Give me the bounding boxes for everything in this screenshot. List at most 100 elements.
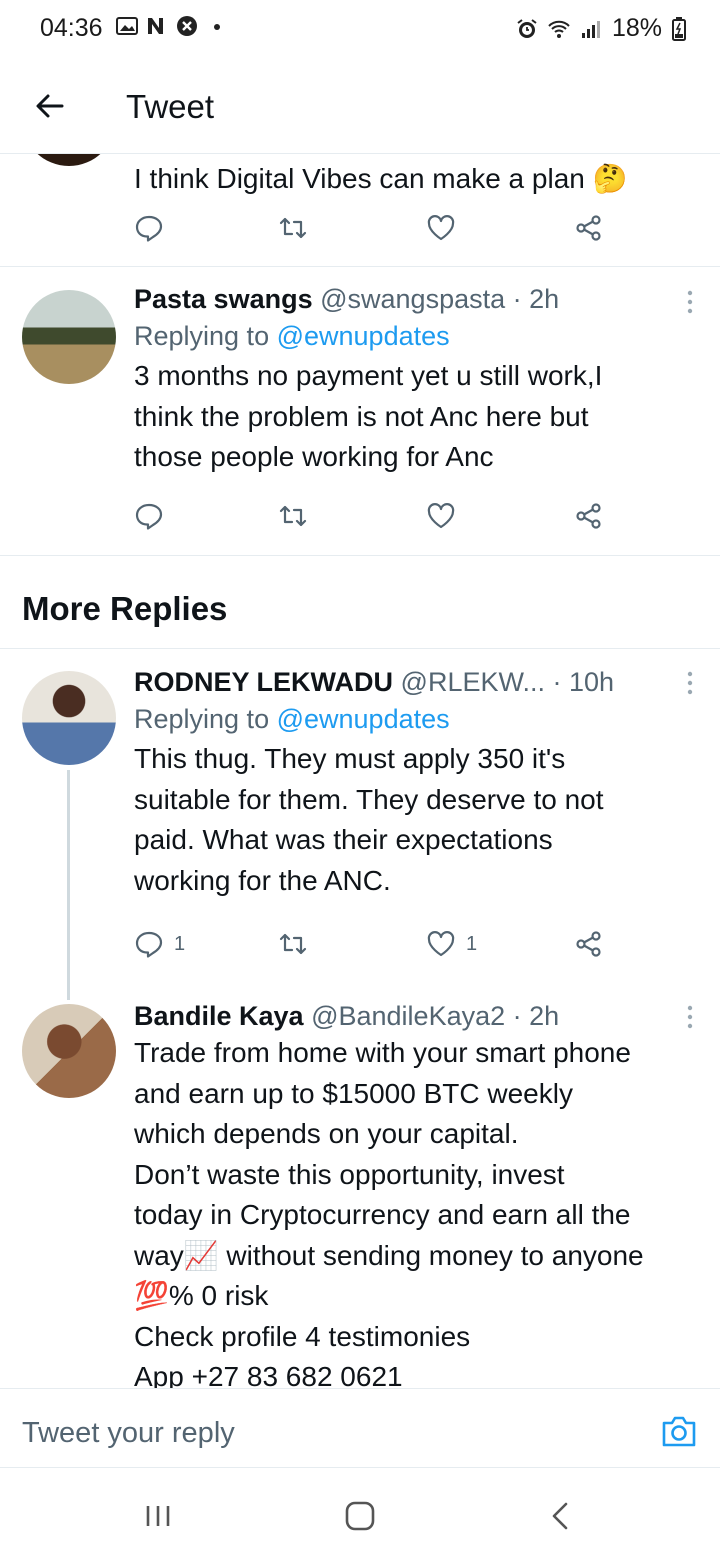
system-icons: 18% <box>516 14 686 43</box>
author-name[interactable]: Pasta swangs <box>134 284 313 314</box>
tweet-actions <box>134 213 614 253</box>
tweet-text-line: paid. What was their expectations <box>134 824 553 855</box>
reply-count: 1 <box>174 932 186 955</box>
more-options-icon[interactable] <box>686 1004 694 1030</box>
replying-prefix: Replying to <box>134 321 277 351</box>
share-action[interactable] <box>574 213 604 243</box>
like-action[interactable] <box>426 213 456 243</box>
tweet-text-line: App +27 83 682 0621 <box>134 1361 403 1388</box>
replying-prefix: Replying to <box>134 704 277 734</box>
tweet-text-line: which depends on your capital. <box>134 1118 519 1149</box>
reply-action[interactable] <box>134 213 164 243</box>
replying-to: Replying to @ewnupdates <box>134 316 700 356</box>
gallery-notification-icon <box>116 17 138 35</box>
tweet-text-line: and earn up to $15000 BTC weekly <box>134 1077 573 1109</box>
author-handle[interactable]: @BandileKaya2 <box>311 1001 505 1031</box>
author-name[interactable]: RODNEY LEKWADU <box>134 667 393 697</box>
battery-percent: 18% <box>611 14 662 42</box>
share-icon <box>576 931 601 957</box>
tweet-text-line: I think Digital Vibes can make a plan 🤔 <box>134 163 628 194</box>
author-handle[interactable]: @swangspasta <box>320 284 505 314</box>
share-icon <box>576 215 601 241</box>
tweet-actions: 1 1 <box>134 929 614 969</box>
replying-handle-link[interactable]: @ewnupdates <box>277 704 450 734</box>
avatar[interactable] <box>22 671 116 765</box>
tweet-time: · 2h <box>512 284 560 314</box>
more-options-icon[interactable] <box>686 670 694 696</box>
retweet-action[interactable] <box>278 213 308 243</box>
share-action[interactable] <box>574 501 604 531</box>
more-replies-heading: More Replies <box>22 590 228 627</box>
tweet-text-line: suitable for them. They deserve to not <box>134 783 604 815</box>
tweet-text-line: 💯% 0 risk <box>134 1280 269 1311</box>
tweet-text-line: think the problem is not Anc here but <box>134 400 589 432</box>
tweet-text-line: today in Cryptocurrency and earn all the <box>134 1199 631 1230</box>
tweet-text: 3 months no payment yet u still work,I t… <box>134 356 700 478</box>
news-notification-icon <box>148 18 163 34</box>
author-name[interactable]: Bandile Kaya <box>134 1001 304 1031</box>
status-time: 04:36 <box>40 14 103 42</box>
notification-icons <box>116 15 228 37</box>
camera-icon[interactable] <box>660 1413 698 1449</box>
tweet-text: Trade from home with your smart phone an… <box>134 1033 700 1388</box>
tweet-text-line: This thug. They must apply 350 it's <box>134 743 566 774</box>
avatar[interactable] <box>22 154 116 166</box>
tweet-text: I think Digital Vibes can make a plan 🤔 <box>134 159 700 200</box>
tweet-text-line: working for the ANC. <box>134 864 391 896</box>
signal-icon <box>581 20 600 38</box>
retweet-action[interactable] <box>278 501 308 531</box>
replying-handle-link[interactable]: @ewnupdates <box>277 321 450 351</box>
heart-icon <box>427 931 455 957</box>
tweet-text-line: Trade from home with your smart phone <box>134 1037 631 1068</box>
wifi-icon <box>548 20 570 38</box>
tweet-text-line: 3 months no payment yet u still work,I <box>134 360 603 391</box>
more-options-icon[interactable] <box>686 289 694 315</box>
tweet-text-line: Check profile 4 testimonies <box>134 1320 471 1352</box>
tweet-actions <box>134 501 614 541</box>
reply-composer[interactable]: Tweet your reply <box>0 1388 720 1468</box>
reply-icon <box>135 215 163 242</box>
like-action[interactable] <box>426 501 456 531</box>
retweet-icon <box>279 217 307 239</box>
tweet-text: This thug. They must apply 350 it's suit… <box>134 739 700 901</box>
tweet-item[interactable]: RODNEY LEKWADU @RLEKW... · 10h Replying … <box>0 649 720 979</box>
divider <box>0 555 720 556</box>
tweet-item[interactable]: Bandile Kaya @BandileKaya2 · 2h Trade fr… <box>0 984 720 1388</box>
alarm-icon <box>517 18 537 38</box>
reply-icon <box>135 931 163 958</box>
retweet-icon <box>279 505 307 527</box>
author-handle[interactable]: @RLEKW... <box>401 667 545 697</box>
dot-icon <box>214 24 220 30</box>
share-action[interactable] <box>574 929 604 959</box>
tweet-text-line: those people working for Anc <box>134 441 494 472</box>
tweet-text-line: Don’t waste this opportunity, invest <box>134 1158 565 1190</box>
tweet-item: I think Digital Vibes can make a plan 🤔 <box>0 154 720 266</box>
reply-action[interactable] <box>134 501 164 531</box>
tweet-header: Pasta swangs @swangspasta · 2h <box>134 282 700 316</box>
page-title: Tweet <box>126 88 215 125</box>
avatar[interactable] <box>22 290 116 384</box>
heart-icon <box>427 503 455 529</box>
system-nav-bar <box>0 1468 720 1560</box>
tweet-text-line: way📈 without sending money to anyone <box>134 1239 644 1271</box>
tweet-header: RODNEY LEKWADU @RLEKW... · 10h <box>134 665 700 699</box>
back-arrow-icon[interactable] <box>32 88 68 124</box>
retweet-icon <box>279 933 307 955</box>
tweet-thread[interactable]: I think Digital Vibes can make a plan 🤔 … <box>0 154 720 1388</box>
reply-action[interactable]: 1 <box>134 929 185 959</box>
tweet-item[interactable]: Pasta swangs @swangspasta · 2h Replying … <box>0 267 720 555</box>
retweet-action[interactable] <box>278 929 308 959</box>
home-icon[interactable] <box>342 1498 378 1534</box>
like-count: 1 <box>466 932 478 955</box>
back-icon[interactable] <box>544 1498 580 1534</box>
blocked-notification-icon <box>177 16 197 36</box>
replying-to: Replying to @ewnupdates <box>134 699 700 739</box>
avatar[interactable] <box>22 1004 116 1098</box>
battery-icon <box>672 16 686 41</box>
tweet-header: Bandile Kaya @BandileKaya2 · 2h <box>134 999 700 1033</box>
like-action[interactable]: 1 <box>426 929 477 959</box>
heart-icon <box>427 215 455 241</box>
status-bar: 04:36 18% <box>0 0 720 58</box>
reply-input[interactable]: Tweet your reply <box>22 1417 235 1450</box>
recent-apps-icon[interactable] <box>140 1498 176 1534</box>
